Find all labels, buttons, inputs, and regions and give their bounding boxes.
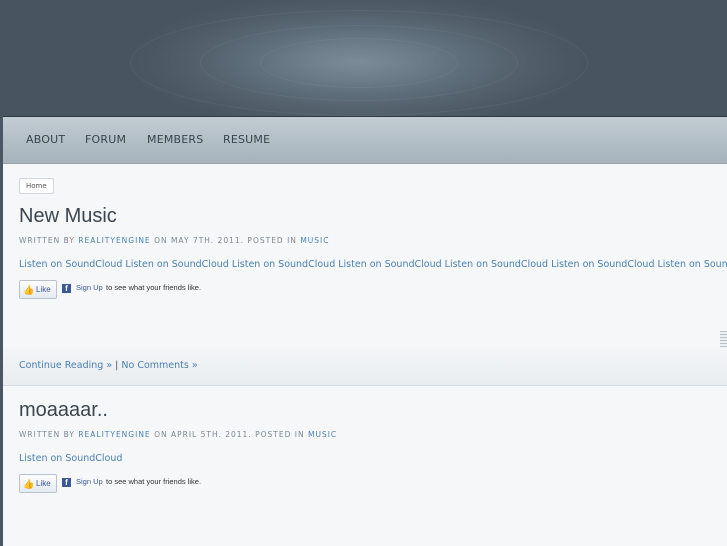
breadcrumb-home[interactable]: Home [19,178,54,194]
header-banner [0,0,727,118]
meta-date: ON APRIL 5TH. 2011. POSTED IN [154,430,305,439]
continue-reading-link[interactable]: Continue Reading » [19,360,112,371]
meta-date: ON MAY 7TH. 2011. POSTED IN [154,236,297,245]
category-link[interactable]: MUSIC [300,236,329,245]
comments-link[interactable]: No Comments » [121,360,197,371]
facebook-icon: f [62,478,71,487]
like-button[interactable]: 👍 Like [19,280,57,299]
like-label: Like [36,285,51,294]
nav-forum[interactable]: FORUM [85,133,126,146]
banner-ring [260,38,458,88]
post-meta: WRITTEN BY REALITYENGINE ON MAY 7TH. 201… [19,236,329,245]
friends-text: to see what your friends like. [106,283,202,292]
signup-link[interactable]: Sign Up [76,477,103,486]
author-link[interactable]: REALITYENGINE [78,236,150,245]
footer-separator: | [115,360,119,371]
scrollbar-grip[interactable] [720,331,727,347]
friends-text: to see what your friends like. [106,477,202,486]
facebook-icon: f [62,284,71,293]
like-row: 👍 Like f Sign Up to see what your friend… [19,474,279,493]
post-footer: Continue Reading » | No Comments » [3,347,727,386]
post-content[interactable]: Listen on SoundCloud [19,453,122,464]
content-card: ABOUT FORUM MEMBERS RESUME Home New Musi… [3,116,727,546]
like-label: Like [36,479,51,488]
nav-resume[interactable]: RESUME [223,133,270,146]
meta-written-by: WRITTEN BY [19,430,75,439]
signup-link[interactable]: Sign Up [76,283,103,292]
thumbs-up-icon: 👍 [23,479,35,489]
post-content[interactable]: Listen on SoundCloud Listen on SoundClou… [19,259,727,270]
post-title[interactable]: moaaaar.. [19,399,108,422]
post-footer-links: Continue Reading » | No Comments » [19,360,198,371]
post-title[interactable]: New Music [19,205,117,228]
like-button[interactable]: 👍 Like [19,474,57,493]
like-row: 👍 Like f Sign Up to see what your friend… [19,280,279,299]
thumbs-up-icon: 👍 [23,285,35,295]
author-link[interactable]: REALITYENGINE [78,430,150,439]
category-link[interactable]: MUSIC [308,430,337,439]
meta-written-by: WRITTEN BY [19,236,75,245]
nav-members[interactable]: MEMBERS [147,133,203,146]
post-meta: WRITTEN BY REALITYENGINE ON APRIL 5TH. 2… [19,430,337,439]
nav-about[interactable]: ABOUT [26,133,65,146]
main-nav: ABOUT FORUM MEMBERS RESUME [3,117,727,164]
